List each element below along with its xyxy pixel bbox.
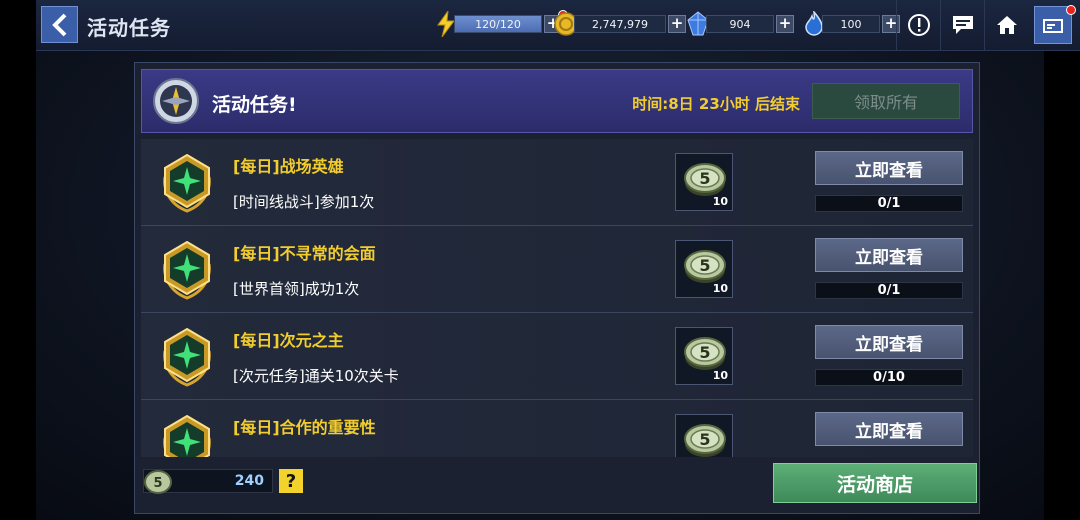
task-progress: 0/1 xyxy=(815,195,963,212)
task-progress: 0/10 xyxy=(815,369,963,386)
task-list[interactable]: [每日]战场英雄 [时间线战斗]参加1次 5 10 立即查看 0/1 [每日]不… xyxy=(141,139,973,457)
task-title: [每日]战场英雄 xyxy=(233,157,344,176)
menu-notification-dot xyxy=(1066,5,1076,15)
task-title: [每日]次元之主 xyxy=(233,331,344,350)
view-now-button[interactable]: 立即查看 xyxy=(815,412,963,446)
task-row-4: [每日]合作的重要性 5 立即查看 xyxy=(141,400,973,457)
event-coin-icon: 5 xyxy=(684,163,726,196)
event-coin-icon: 5 xyxy=(684,337,726,370)
chat-button[interactable] xyxy=(940,0,985,50)
time-remaining: 时间:8日 23小时 后结束 xyxy=(632,95,800,113)
home-icon xyxy=(997,16,1017,34)
gold-medal-icon xyxy=(163,327,211,387)
task-description: [时间线战斗]参加1次 xyxy=(233,193,375,211)
view-now-button[interactable]: 立即查看 xyxy=(815,238,963,272)
reward-quantity: 10 xyxy=(712,282,728,295)
view-now-button[interactable]: 立即查看 xyxy=(815,325,963,359)
svg-text:5: 5 xyxy=(699,169,710,188)
gold-medal-icon xyxy=(163,414,211,457)
claim-all-button[interactable]: 领取所有 xyxy=(812,83,960,119)
svg-text:5: 5 xyxy=(699,430,710,449)
svg-text:5: 5 xyxy=(153,476,162,491)
task-row-3: [每日]次元之主 [次元任务]通关10次关卡 5 10 立即查看 0/10 xyxy=(141,313,973,400)
event-shop-button[interactable]: 活动商店 xyxy=(773,463,977,503)
svg-text:5: 5 xyxy=(699,256,710,275)
reward-quantity: 10 xyxy=(712,195,728,208)
crystal-value: 904 xyxy=(706,15,774,33)
gold-value: 2,747,979 xyxy=(574,15,666,33)
gold-plus-button[interactable]: + xyxy=(668,15,686,33)
top-bar: 活动任务 120/120 + 2,747,979 + 904 + 100 + xyxy=(36,0,1080,51)
panel-title: 活动任务! xyxy=(212,94,297,116)
event-coin-icon: 5 xyxy=(684,250,726,283)
help-button[interactable]: ? xyxy=(279,469,303,493)
event-coin-count: 240 xyxy=(234,473,264,489)
event-coin-icon: 5 xyxy=(684,424,726,457)
panel-header: 活动任务! 时间:8日 23小时 后结束 领取所有 xyxy=(141,69,973,133)
alert-button[interactable] xyxy=(896,0,941,50)
ticket-value: 100 xyxy=(822,15,880,33)
task-title: [每日]合作的重要性 xyxy=(233,418,376,437)
chevron-left-icon xyxy=(51,13,66,36)
task-description: [次元任务]通关10次关卡 xyxy=(233,367,399,385)
right-edge xyxy=(1044,0,1080,520)
reward-slot[interactable]: 5 10 xyxy=(675,153,733,211)
compass-emblem-icon xyxy=(153,78,199,124)
view-now-button[interactable]: 立即查看 xyxy=(815,151,963,185)
back-button[interactable] xyxy=(41,6,78,43)
task-row-2: [每日]不寻常的会面 [世界首领]成功1次 5 10 立即查看 0/1 xyxy=(141,226,973,313)
svg-text:5: 5 xyxy=(699,343,710,362)
menu-icon xyxy=(1043,19,1063,33)
task-title: [每日]不寻常的会面 xyxy=(233,244,376,263)
reward-slot[interactable]: 5 10 xyxy=(675,240,733,298)
task-row-1: [每日]战场英雄 [时间线战斗]参加1次 5 10 立即查看 0/1 xyxy=(141,139,973,226)
home-button[interactable] xyxy=(984,0,1029,50)
event-coin-balance: 5 240 xyxy=(143,469,273,494)
event-task-panel: 活动任务! 时间:8日 23小时 后结束 领取所有 [每日]战场英雄 [时间线战… xyxy=(134,62,980,514)
left-edge xyxy=(0,0,36,520)
crystal-plus-button[interactable]: + xyxy=(776,15,794,33)
task-description: [世界首领]成功1次 xyxy=(233,280,360,298)
event-coin-icon: 5 xyxy=(144,470,172,494)
reward-slot[interactable]: 5 10 xyxy=(675,327,733,385)
gold-medal-icon xyxy=(163,240,211,300)
gold-medal-icon xyxy=(163,153,211,213)
page-title: 活动任务 xyxy=(87,16,171,40)
exclamation-icon xyxy=(908,14,930,36)
chat-icon xyxy=(953,16,973,34)
energy-value: 120/120 xyxy=(454,15,542,33)
crystal-resource: 904 + xyxy=(686,11,806,36)
reward-slot[interactable]: 5 xyxy=(675,414,733,457)
task-progress: 0/1 xyxy=(815,282,963,299)
reward-quantity: 10 xyxy=(712,369,728,382)
panel-footer: 5 240 ? 活动商店 xyxy=(141,459,977,509)
